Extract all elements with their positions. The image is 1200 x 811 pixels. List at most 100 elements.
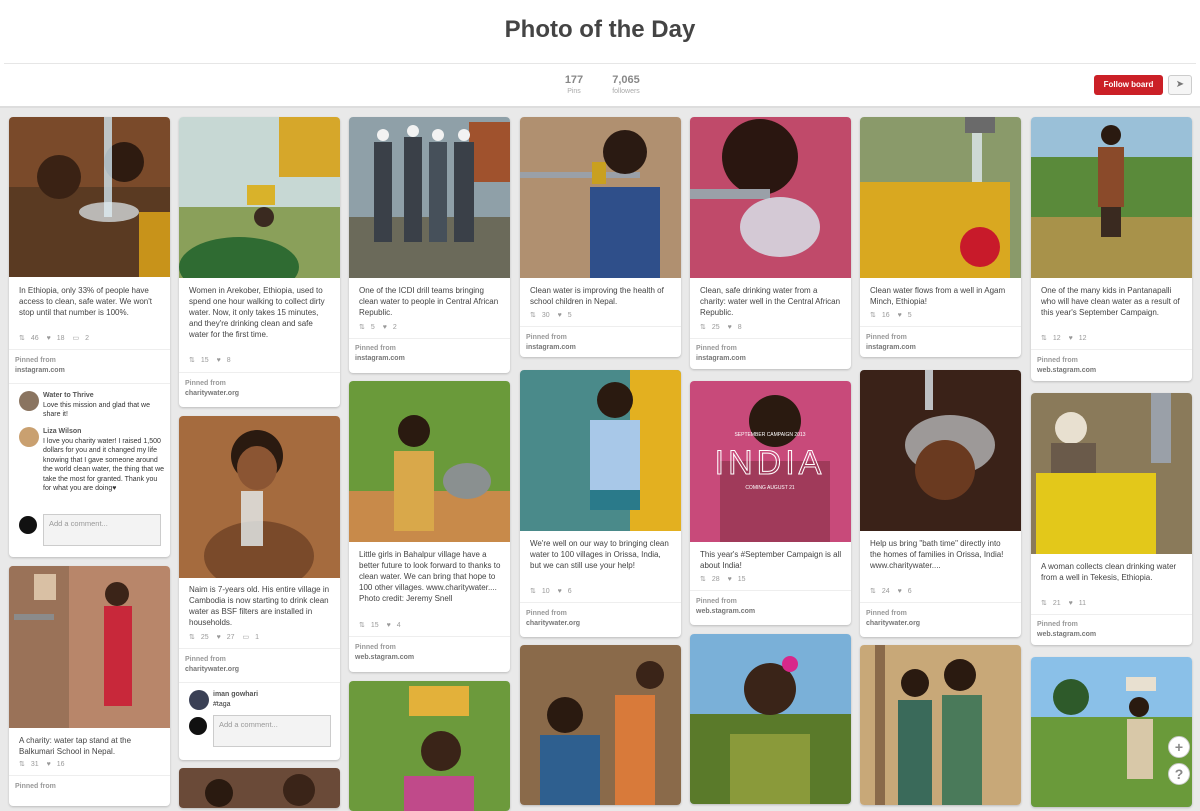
pin-image[interactable] xyxy=(1031,657,1192,807)
pin-card[interactable]: We're well on our way to bringing clean … xyxy=(520,370,681,637)
pin-image[interactable]: SEPTEMBER CAMPAIGN 2013 INDIA COMING AUG… xyxy=(690,381,851,542)
repin-icon: ⇅ xyxy=(359,622,365,629)
pin-description: We're well on our way to bringing clean … xyxy=(530,539,669,570)
pin-card[interactable]: One of the ICDI drill teams bringing cle… xyxy=(349,117,510,373)
pin-source-link[interactable]: web.stagram.com xyxy=(1037,367,1096,374)
pin-source-link[interactable]: charitywater.org xyxy=(185,666,239,673)
avatar[interactable] xyxy=(189,690,209,710)
divider xyxy=(4,63,1196,64)
pin-counts: ⇅ 5 ♥ 2 xyxy=(359,324,397,331)
pin-source-link[interactable]: instagram.com xyxy=(355,355,405,362)
pin-image[interactable] xyxy=(349,681,510,811)
pin-card[interactable] xyxy=(179,768,340,808)
pin-counts: ⇅ 30 ♥ 5 xyxy=(530,312,572,319)
send-button[interactable]: ➤ xyxy=(1168,75,1192,95)
add-comment-input[interactable]: Add a comment... xyxy=(213,715,331,747)
pin-card[interactable]: Clean, safe drinking water from a charit… xyxy=(690,117,851,369)
followers-stat[interactable]: 7,065 followers xyxy=(603,74,649,95)
pin-card[interactable]: Naim is 7-years old. His entire village … xyxy=(179,416,340,760)
pinned-from-label: Pinned from xyxy=(355,345,396,352)
pin-image[interactable] xyxy=(179,416,340,578)
user-avatar xyxy=(189,717,207,735)
comment-author[interactable]: iman gowhari xyxy=(213,690,335,700)
repin-icon: ⇅ xyxy=(530,588,536,595)
board-title: Photo of the Day xyxy=(504,16,696,43)
repin-icon: ⇅ xyxy=(19,335,25,342)
pin-source-link[interactable]: instagram.com xyxy=(15,367,65,374)
pin-card[interactable]: Little girls in Bahalpur village have a … xyxy=(349,381,510,672)
divider xyxy=(690,338,851,339)
pinned-from-label: Pinned from xyxy=(355,644,396,651)
pin-card[interactable] xyxy=(1031,657,1192,807)
avatar[interactable] xyxy=(19,427,39,447)
pin-card[interactable]: Clean water flows from a well in Agam Mi… xyxy=(860,117,1021,357)
pin-source-link[interactable]: web.stagram.com xyxy=(1037,631,1096,638)
pin-source-link[interactable]: instagram.com xyxy=(526,344,576,351)
divider xyxy=(9,349,170,350)
pin-image[interactable] xyxy=(690,634,851,804)
pin-source-link[interactable]: charitywater.org xyxy=(866,620,920,627)
pin-source-link[interactable]: instagram.com xyxy=(866,344,916,351)
pin-card[interactable] xyxy=(520,645,681,805)
add-pin-button[interactable]: + xyxy=(1168,736,1190,758)
repin-icon: ⇅ xyxy=(870,312,876,319)
pin-card[interactable]: Help us bring "bath time" directly into … xyxy=(860,370,1021,637)
pin-image[interactable] xyxy=(520,645,681,805)
comment: Water to Thrive Love this mission and gl… xyxy=(19,391,165,419)
pin-source-link[interactable]: web.stagram.com xyxy=(355,654,414,661)
help-button[interactable]: ? xyxy=(1168,763,1190,785)
pin-card[interactable]: Clean water is improving the health of s… xyxy=(520,117,681,357)
pinned-from-label: Pinned from xyxy=(696,598,737,605)
pin-image[interactable] xyxy=(349,381,510,542)
pin-description: This year's #September Campaign is all a… xyxy=(700,550,842,570)
repin-icon: ⇅ xyxy=(870,588,876,595)
pin-image[interactable] xyxy=(520,370,681,531)
pin-card[interactable]: In Ethiopia, only 33% of people have acc… xyxy=(9,117,170,557)
pin-card[interactable] xyxy=(860,645,1021,805)
pin-description: One of the many kids in Pantanapalli who… xyxy=(1041,286,1180,317)
pin-image[interactable] xyxy=(520,117,681,278)
pin-image[interactable] xyxy=(9,117,170,277)
pin-image[interactable] xyxy=(860,117,1021,278)
pin-source-link[interactable]: web.stagram.com xyxy=(696,608,755,615)
pins-stat[interactable]: 177 Pins xyxy=(556,74,592,95)
pin-card[interactable] xyxy=(690,634,851,804)
divider xyxy=(1031,349,1192,350)
comment-author[interactable]: Water to Thrive xyxy=(43,391,165,401)
pin-image[interactable] xyxy=(349,117,510,278)
pin-image[interactable] xyxy=(1031,393,1192,554)
avatar[interactable] xyxy=(19,391,39,411)
divider xyxy=(9,775,170,776)
like-icon: ♥ xyxy=(727,324,732,331)
pin-card[interactable]: A woman collects clean drinking water fr… xyxy=(1031,393,1192,645)
pin-source-link[interactable]: instagram.com xyxy=(696,355,746,362)
pin-card[interactable]: A charity: water tap stand at the Balkum… xyxy=(9,566,170,806)
pin-source-link[interactable]: charitywater.org xyxy=(185,390,239,397)
pinned-from-label: Pinned from xyxy=(1037,357,1078,364)
pin-counts: ⇅ 15 ♥ 8 xyxy=(189,357,231,364)
pin-card[interactable] xyxy=(349,681,510,811)
pin-image[interactable] xyxy=(860,645,1021,805)
comment-author[interactable]: Liza Wilson xyxy=(43,427,165,437)
pin-card[interactable]: One of the many kids in Pantanapalli who… xyxy=(1031,117,1192,381)
divider xyxy=(690,590,851,591)
pin-image[interactable] xyxy=(179,117,340,278)
repin-icon: ⇅ xyxy=(359,324,365,331)
pinned-from-label: Pinned from xyxy=(866,610,907,617)
pin-card[interactable]: Women in Arekober, Ethiopia, used to spe… xyxy=(179,117,340,407)
pin-image[interactable] xyxy=(9,566,170,728)
follow-board-button[interactable]: Follow board xyxy=(1094,75,1163,95)
pin-card[interactable]: SEPTEMBER CAMPAIGN 2013 INDIA COMING AUG… xyxy=(690,381,851,625)
pin-image[interactable] xyxy=(690,117,851,278)
pin-description: A woman collects clean drinking water fr… xyxy=(1041,562,1177,582)
add-comment-input[interactable]: Add a comment... xyxy=(43,514,161,546)
pin-counts: ⇅ 25 ♥ 27 ▭ 1 xyxy=(189,634,260,641)
like-icon: ♥ xyxy=(557,588,562,595)
pin-image[interactable] xyxy=(860,370,1021,531)
like-icon: ♥ xyxy=(727,576,732,583)
pin-image[interactable] xyxy=(1031,117,1192,278)
pin-image[interactable] xyxy=(179,768,340,808)
pinned-from-label: Pinned from xyxy=(185,656,226,663)
pinned-from-label: Pinned from xyxy=(696,345,737,352)
pin-source-link[interactable]: charitywater.org xyxy=(526,620,580,627)
